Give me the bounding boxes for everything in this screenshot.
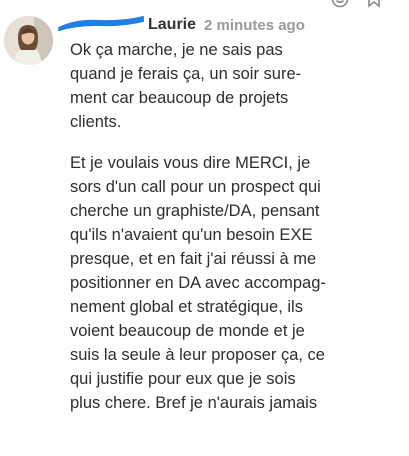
author-name-wrap: Laurie [58,15,196,34]
message-paragraph: Et je voulais vous dire MERCI, je sors d… [70,154,326,412]
avatar-photo [4,16,53,65]
message-header: Laurie 2 minutes ago [58,12,409,38]
message-body: Ok ça marche, je ne sais pas quand je fe… [70,38,370,432]
avatar[interactable] [4,16,53,65]
timestamp: 2 minutes ago [204,16,305,34]
reaction-button[interactable] [327,0,353,8]
message-paragraph: Ok ça marche, je ne sais pas quand je fe… [70,41,302,131]
smile-icon [331,0,349,8]
bookmark-icon [368,0,380,8]
message-actions [327,0,387,8]
bookmark-button[interactable] [361,0,387,8]
